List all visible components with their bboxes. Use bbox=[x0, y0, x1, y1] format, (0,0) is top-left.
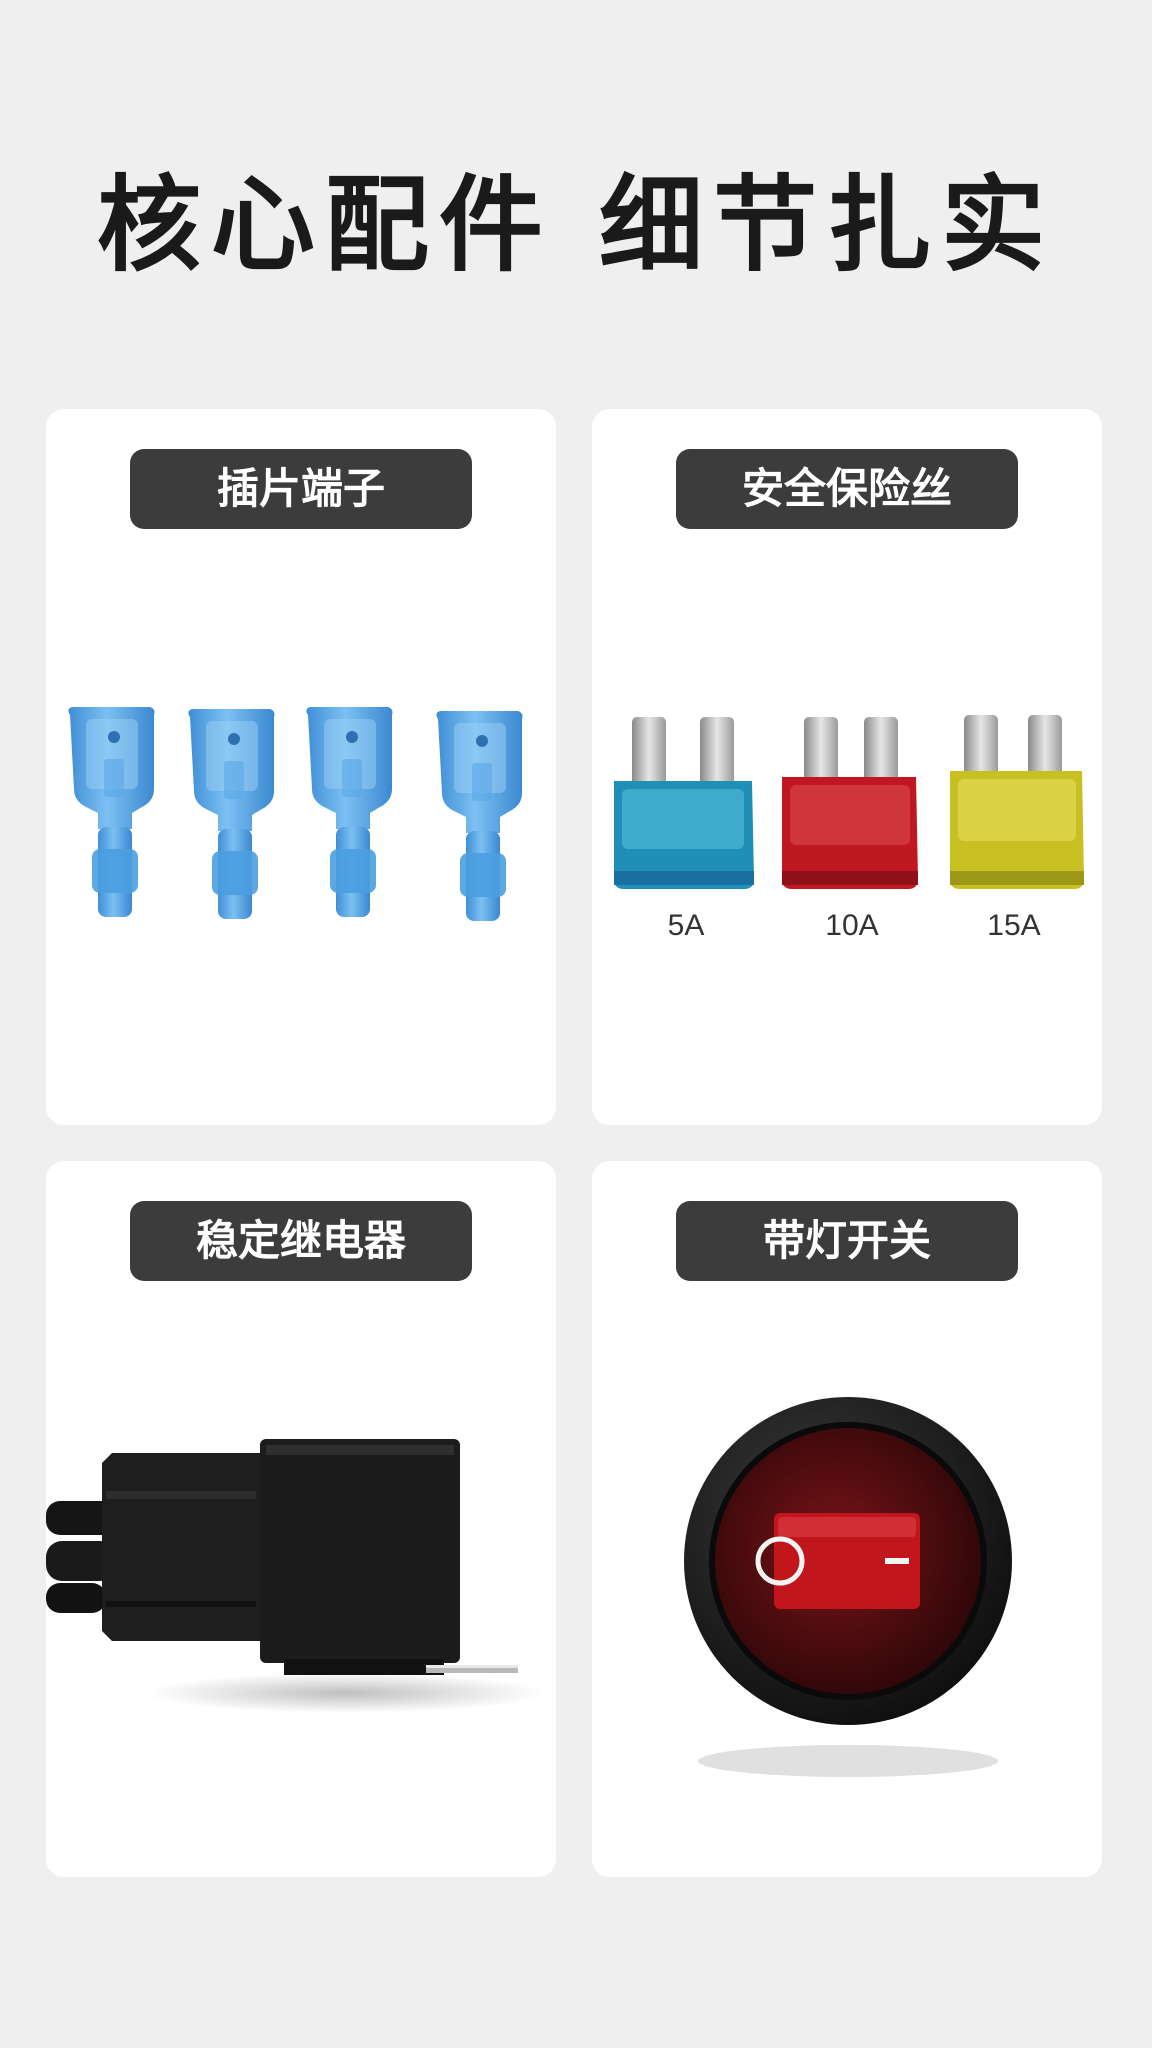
terminal-icon bbox=[68, 707, 155, 917]
card-switch: 带灯开关 bbox=[592, 1161, 1102, 1877]
fuse-15a-icon bbox=[950, 715, 1084, 889]
fuse-label-10a: 10A bbox=[825, 909, 879, 942]
page-title: 核心配件 细节扎实 bbox=[96, 164, 1056, 286]
fuse-5a-icon bbox=[614, 717, 754, 889]
fuse-label-5a: 5A bbox=[667, 909, 705, 942]
card-relay: 稳定继电器 bbox=[46, 1161, 556, 1877]
card-terminals: 插片端子 bbox=[46, 409, 556, 1125]
relay-photo bbox=[46, 1439, 546, 1713]
fuse-label-15a: 15A bbox=[987, 909, 1041, 942]
rocker-switch-photo bbox=[684, 1397, 1012, 1777]
fuse-10a-icon bbox=[782, 717, 918, 889]
card-fuses: 安全保险丝 5A 10A 15A bbox=[592, 409, 1102, 1125]
terminal-photo bbox=[68, 707, 523, 921]
fuse-photo bbox=[614, 715, 1084, 889]
